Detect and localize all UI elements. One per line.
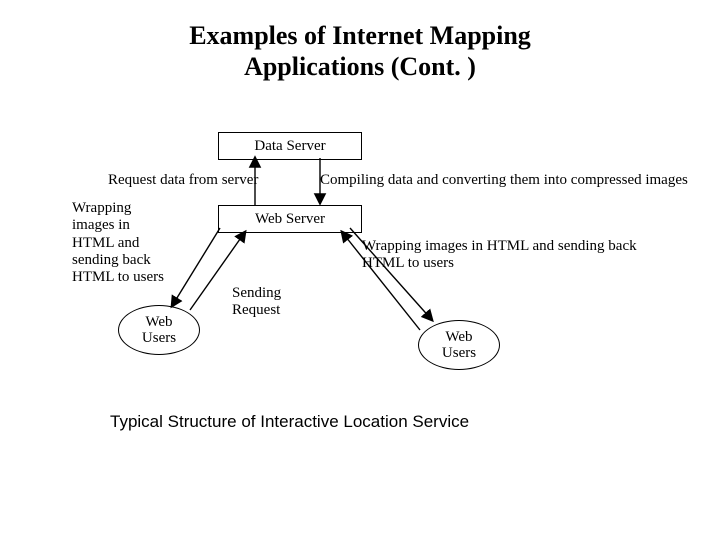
sending-request-label: SendingRequest [232, 285, 281, 320]
caption: Typical Structure of Interactive Locatio… [110, 412, 469, 432]
slide-title: Examples of Internet Mapping Application… [0, 20, 720, 82]
wrap-left-label: Wrapping images in HTML and sending back… [72, 200, 172, 286]
data-server-box: Data Server [218, 132, 362, 160]
web-users-right: WebUsers [418, 320, 500, 370]
compiling-label: Compiling data and converting them into … [320, 172, 688, 189]
title-line-2: Applications (Cont. ) [244, 52, 476, 81]
arrow-wrap-left [172, 228, 220, 306]
title-line-1: Examples of Internet Mapping [189, 21, 531, 50]
request-data-label: Request data from server [108, 172, 258, 189]
data-server-label: Data Server [254, 138, 325, 155]
web-server-label: Web Server [255, 211, 325, 228]
wrap-right-label: Wrapping images in HTML and sending back… [362, 238, 672, 273]
web-server-box: Web Server [218, 205, 362, 233]
slide: Examples of Internet Mapping Application… [0, 0, 720, 540]
web-users-left: WebUsers [118, 305, 200, 355]
